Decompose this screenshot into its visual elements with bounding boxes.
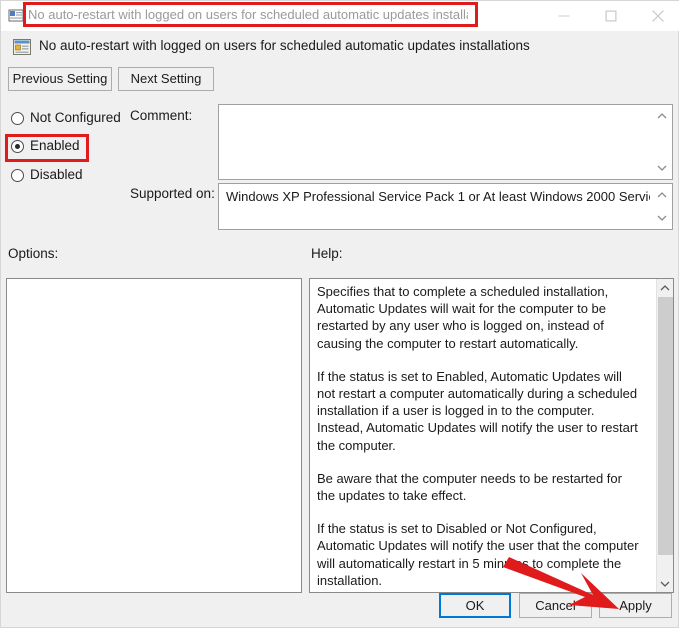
radio-mark-enabled (11, 140, 24, 153)
window-title: No auto-restart with logged on users for… (28, 7, 468, 22)
chevron-down-icon[interactable] (654, 160, 670, 176)
help-paragraph: Specifies that to complete a scheduled i… (317, 284, 609, 351)
radio-disabled[interactable]: Disabled (9, 166, 189, 188)
comment-label: Comment: (130, 108, 193, 123)
apply-button[interactable]: Apply (599, 593, 672, 618)
cancel-button[interactable]: Cancel (519, 593, 592, 618)
supported-on-field[interactable]: Windows XP Professional Service Pack 1 o… (218, 183, 673, 230)
help-paragraph: If the status is set to Disabled or Not … (317, 521, 639, 588)
close-icon[interactable] (635, 1, 679, 31)
ok-button[interactable]: OK (439, 593, 511, 618)
help-paragraph: Be aware that the computer needs to be r… (317, 470, 622, 504)
scroll-up-icon[interactable] (657, 279, 673, 296)
help-scrollbar-thumb[interactable] (658, 297, 673, 555)
radio-label-disabled: Disabled (30, 167, 83, 182)
chevron-up-icon[interactable] (654, 187, 670, 203)
help-section-label: Help: (311, 246, 343, 261)
scroll-down-icon[interactable] (657, 575, 673, 592)
policy-window-icon (8, 7, 25, 24)
previous-setting-button[interactable]: Previous Setting (8, 67, 112, 91)
options-section-label: Options: (8, 246, 59, 261)
help-panel[interactable]: Specifies that to complete a scheduled i… (309, 278, 674, 593)
help-text: Specifies that to complete a scheduled i… (317, 283, 639, 592)
radio-enabled[interactable]: Enabled (9, 137, 189, 159)
supported-on-label: Supported on: (130, 186, 215, 201)
help-scrollbar[interactable] (656, 279, 673, 592)
chevron-down-icon[interactable] (654, 210, 670, 226)
radio-mark-disabled (11, 169, 24, 182)
policy-setting-icon (12, 37, 32, 57)
next-setting-button[interactable]: Next Setting (118, 67, 214, 91)
supported-on-value: Windows XP Professional Service Pack 1 o… (226, 189, 650, 204)
comment-input[interactable] (218, 104, 673, 180)
radio-mark-not-configured (11, 112, 24, 125)
policy-name-label: No auto-restart with logged on users for… (39, 38, 530, 53)
minimize-icon[interactable] (541, 1, 587, 31)
chevron-up-icon[interactable] (654, 108, 670, 124)
radio-label-not-configured: Not Configured (30, 110, 121, 125)
options-panel[interactable] (6, 278, 302, 593)
group-policy-setting-dialog: No auto-restart with logged on users for… (0, 0, 679, 628)
title-bar: No auto-restart with logged on users for… (1, 1, 679, 31)
policy-header: No auto-restart with logged on users for… (1, 31, 679, 63)
help-paragraph: If the status is set to Enabled, Automat… (317, 368, 638, 453)
radio-label-enabled: Enabled (30, 138, 80, 153)
maximize-icon[interactable] (588, 1, 634, 31)
